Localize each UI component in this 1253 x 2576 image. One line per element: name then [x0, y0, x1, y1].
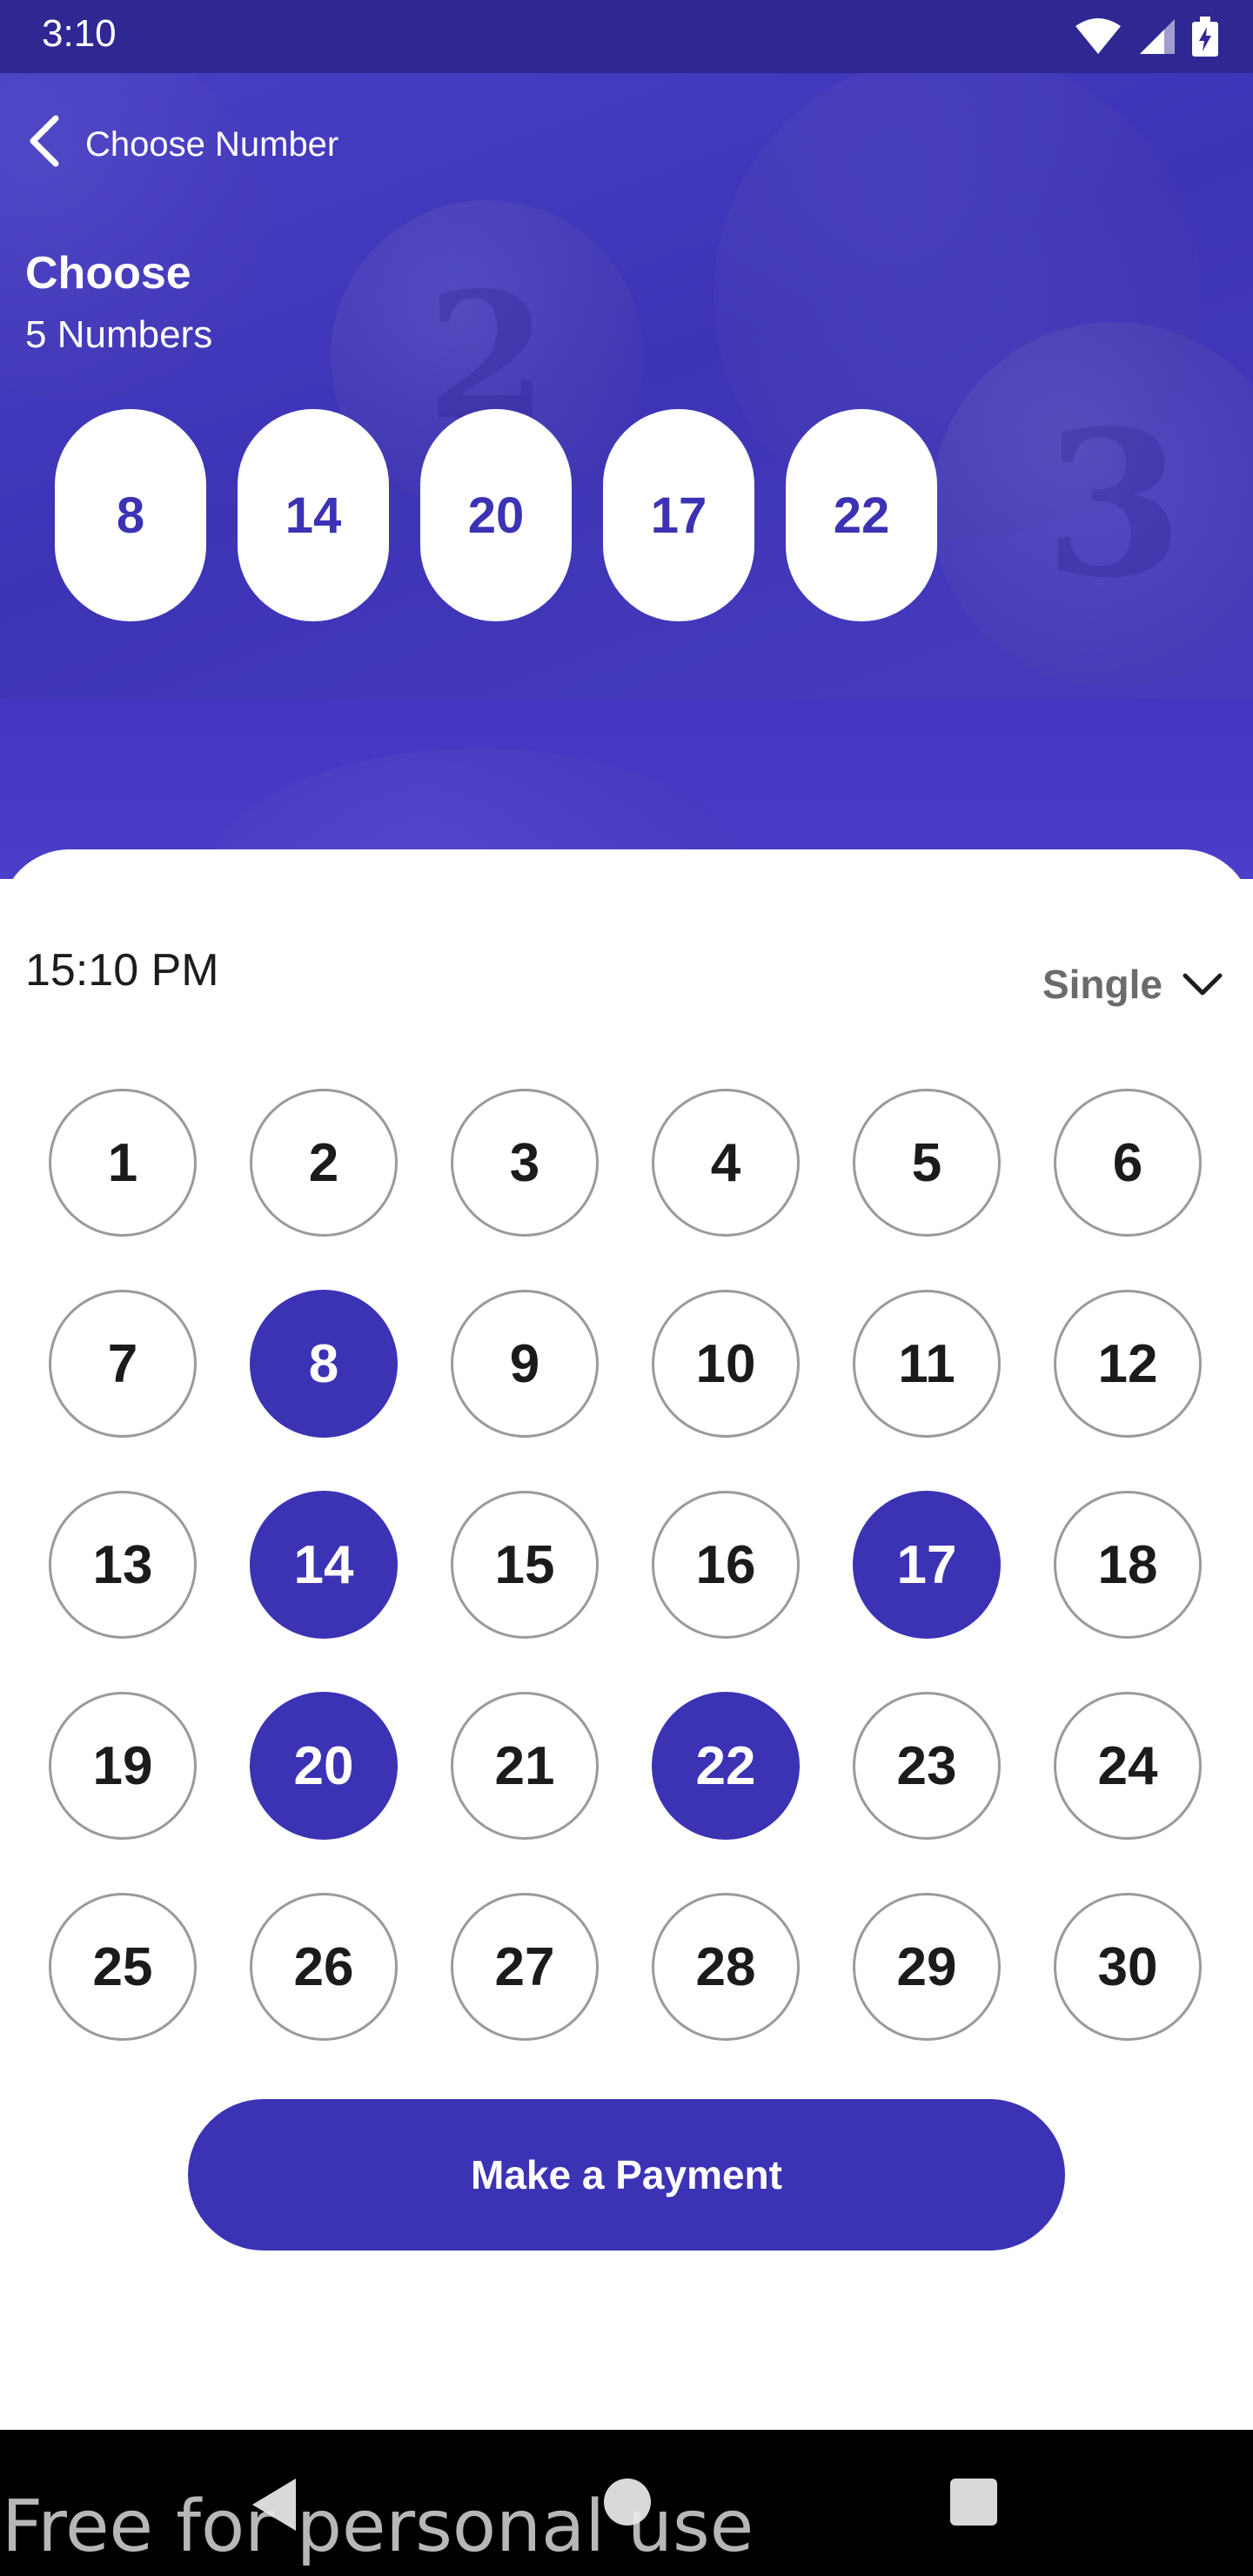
number-ball-13[interactable]: 13 — [49, 1491, 197, 1639]
battery-charging-icon — [1192, 17, 1218, 57]
status-bar: 3:10 — [0, 0, 1253, 73]
chevron-down-icon — [1183, 973, 1223, 996]
choose-heading: Choose — [25, 248, 191, 299]
number-ball-20[interactable]: 20 — [250, 1692, 398, 1840]
number-ball-28[interactable]: 28 — [652, 1893, 800, 2041]
number-ball-11[interactable]: 11 — [853, 1290, 1001, 1438]
chevron-left-icon[interactable] — [21, 113, 66, 169]
number-ball-21[interactable]: 21 — [451, 1692, 599, 1840]
selected-number-pill[interactable]: 17 — [603, 409, 754, 621]
selected-number-pill[interactable]: 20 — [420, 409, 572, 621]
number-ball-1[interactable]: 1 — [49, 1089, 197, 1237]
number-ball-10[interactable]: 10 — [652, 1290, 800, 1438]
number-ball-18[interactable]: 18 — [1054, 1491, 1202, 1639]
mode-dropdown[interactable]: Single — [1042, 954, 1223, 1015]
wifi-icon — [1075, 18, 1121, 54]
number-ball-19[interactable]: 19 — [49, 1692, 197, 1840]
selected-number-pill[interactable]: 14 — [238, 409, 389, 621]
make-payment-button[interactable]: Make a Payment — [188, 2099, 1065, 2251]
number-ball-23[interactable]: 23 — [853, 1692, 1001, 1840]
app-bar: Choose Number — [0, 96, 1253, 191]
choose-count: 5 Numbers — [25, 313, 213, 356]
number-ball-4[interactable]: 4 — [652, 1089, 800, 1237]
number-ball-27[interactable]: 27 — [451, 1893, 599, 2041]
status-time: 3:10 — [42, 12, 117, 55]
number-ball-8[interactable]: 8 — [250, 1290, 398, 1438]
number-ball-30[interactable]: 30 — [1054, 1893, 1202, 2041]
mode-label: Single — [1042, 962, 1163, 1007]
number-ball-22[interactable]: 22 — [652, 1692, 800, 1840]
number-ball-29[interactable]: 29 — [853, 1893, 1001, 2041]
selected-number-pill[interactable]: 22 — [786, 409, 937, 621]
number-ball-26[interactable]: 26 — [250, 1893, 398, 2041]
number-ball-7[interactable]: 7 — [49, 1290, 197, 1438]
number-ball-6[interactable]: 6 — [1054, 1089, 1202, 1237]
number-ball-5[interactable]: 5 — [853, 1089, 1001, 1237]
page-title: Choose Number — [85, 125, 339, 164]
number-ball-14[interactable]: 14 — [250, 1491, 398, 1639]
number-ball-24[interactable]: 24 — [1054, 1692, 1202, 1840]
number-ball-17[interactable]: 17 — [853, 1491, 1001, 1639]
watermark-text: Free for personal use — [2, 2485, 754, 2568]
number-ball-12[interactable]: 12 — [1054, 1290, 1202, 1438]
number-ball-2[interactable]: 2 — [250, 1089, 398, 1237]
status-icons — [1074, 16, 1218, 57]
signal-icon — [1140, 19, 1175, 54]
selected-number-pill[interactable]: 8 — [55, 409, 206, 621]
number-ball-16[interactable]: 16 — [652, 1491, 800, 1639]
number-ball-25[interactable]: 25 — [49, 1893, 197, 2041]
number-ball-9[interactable]: 9 — [451, 1290, 599, 1438]
nav-recent-apps-icon[interactable] — [950, 2479, 997, 2526]
draw-time: 15:10 PM — [25, 945, 219, 996]
number-ball-15[interactable]: 15 — [451, 1491, 599, 1639]
number-ball-3[interactable]: 3 — [451, 1089, 599, 1237]
